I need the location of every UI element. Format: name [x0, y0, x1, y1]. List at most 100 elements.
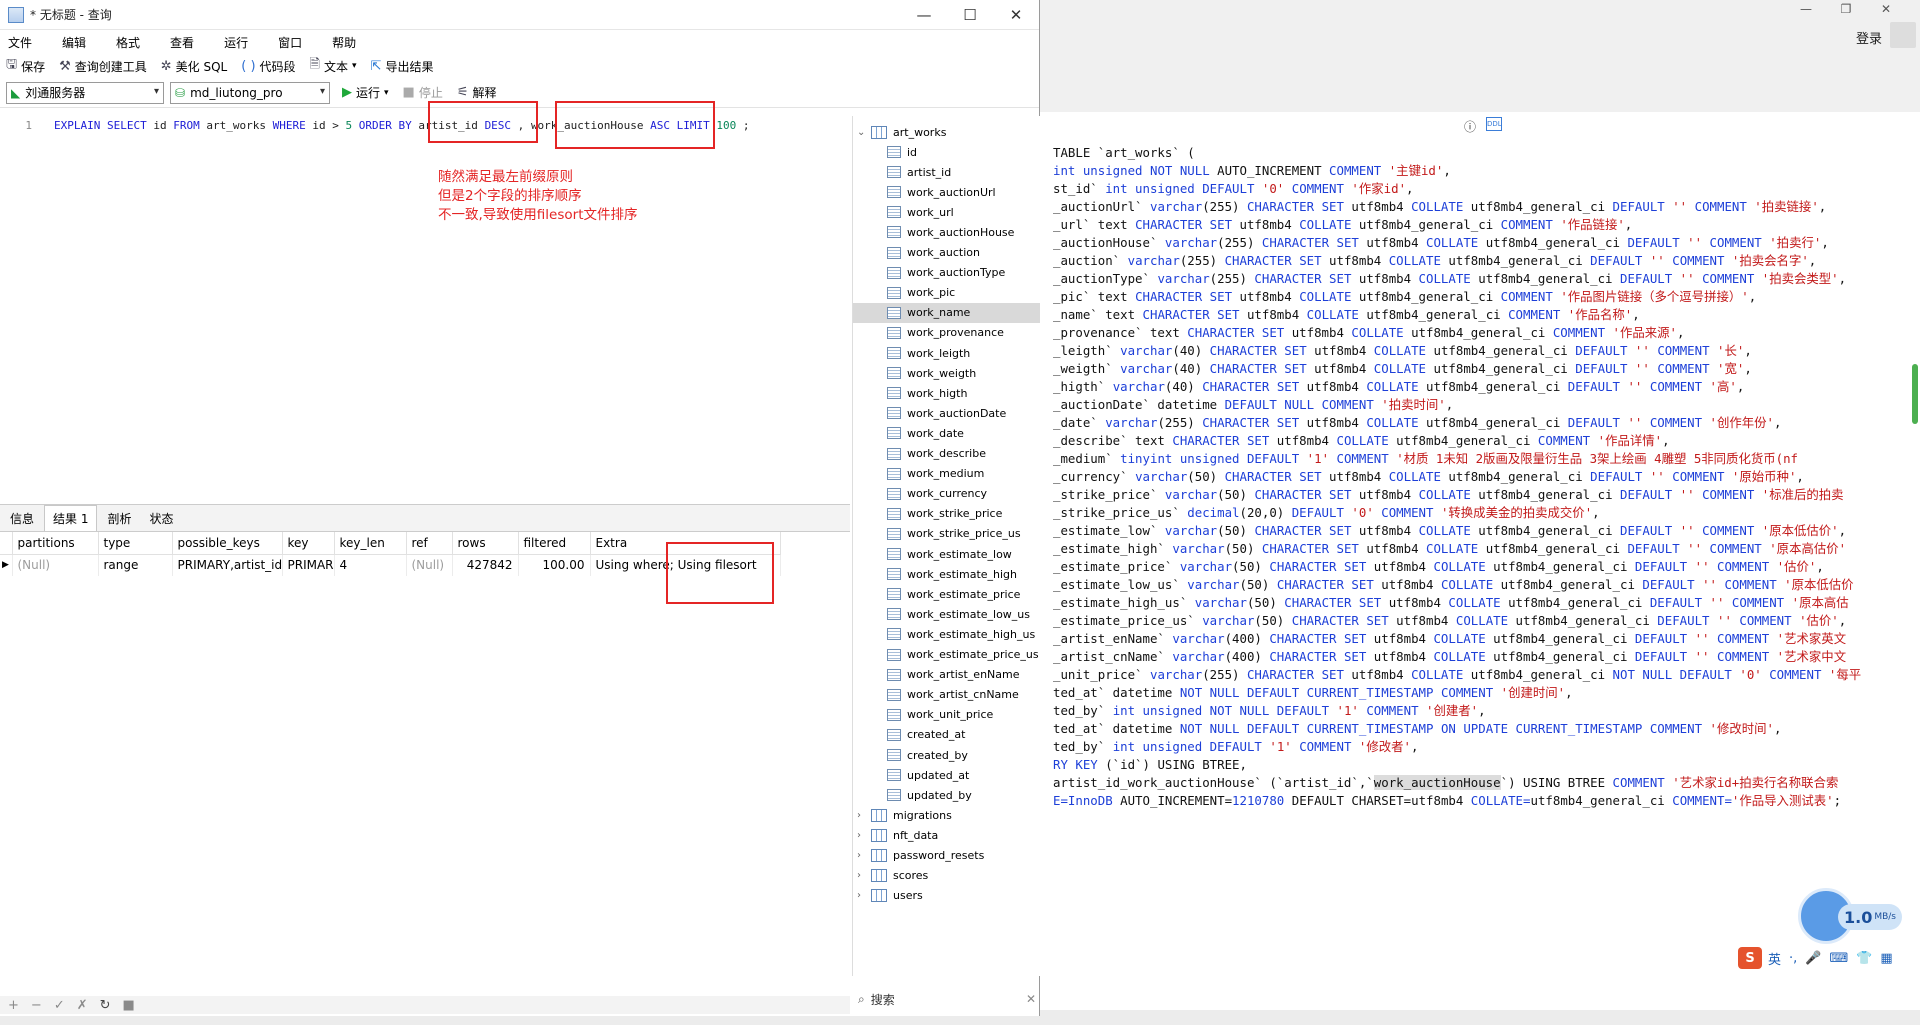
table-cell[interactable]: (Null): [12, 554, 99, 576]
tree-column-item[interactable]: work_auction: [887, 243, 980, 263]
tree-column-item[interactable]: work_auctionType: [887, 263, 1005, 283]
table-cell[interactable]: 427842: [452, 554, 519, 576]
run-button[interactable]: ▶ 运行 ▾: [342, 84, 389, 101]
apply-icon[interactable]: ✓: [54, 998, 65, 1013]
connection-select[interactable]: ◣ 刘通服务器 ▾: [6, 81, 164, 104]
tree-table-item[interactable]: › users: [857, 886, 923, 906]
tree-column-item[interactable]: work_url: [887, 202, 954, 222]
tree-search[interactable]: ⌕ 搜索 ✕: [858, 988, 1036, 1010]
column-header[interactable]: possible_keys: [172, 532, 283, 555]
menu-run[interactable]: 运行: [216, 34, 260, 51]
search-input[interactable]: 搜索: [871, 991, 895, 1008]
tree-column-item[interactable]: work_auctionHouse: [887, 222, 1014, 242]
result-grid[interactable]: partitions type possible_keys key key_le…: [0, 532, 850, 978]
tab-status[interactable]: 状态: [141, 506, 181, 531]
tree-column-item[interactable]: work_describe: [887, 444, 986, 464]
column-header[interactable]: filtered: [518, 532, 591, 555]
database-select[interactable]: ⛁ md_liutong_pro ▾: [170, 81, 330, 104]
tab-result-1[interactable]: 结果 1: [44, 505, 98, 531]
tree-table-item[interactable]: › nft_data: [857, 825, 938, 845]
tree-column-item[interactable]: work_date: [887, 423, 964, 443]
tree-column-item[interactable]: work_artist_cnName: [887, 685, 1019, 705]
tree-column-item[interactable]: work_unit_price: [887, 705, 993, 725]
tab-profile[interactable]: 剖析: [99, 506, 139, 531]
table-row[interactable]: ▶ (Null) range PRIMARY,artist_id_ PRIMAR…: [0, 554, 781, 576]
skin-icon[interactable]: 👕: [1856, 951, 1872, 966]
sql-editor[interactable]: 1 EXPLAIN SELECT id FROM art_works WHERE…: [0, 101, 850, 500]
network-speed-widget[interactable]: 1.0 MB/s: [1798, 888, 1902, 944]
tree-column-item[interactable]: work_leigth: [887, 343, 970, 363]
tree-column-item[interactable]: updated_at: [887, 765, 969, 785]
menu-help[interactable]: 帮助: [324, 34, 368, 51]
column-header[interactable]: rows: [452, 532, 519, 555]
maximize-button[interactable]: ☐: [947, 0, 993, 30]
tree-column-item[interactable]: work_pic: [887, 283, 955, 303]
table-cell[interactable]: PRIMARY,artist_id_: [172, 554, 283, 576]
tree-column-item[interactable]: work_strike_price: [887, 504, 1002, 524]
tree-table-art-works[interactable]: ⌄ art_works: [857, 122, 946, 142]
tree-column-item[interactable]: work_estimate_low_us: [887, 604, 1030, 624]
restore-button[interactable]: ❐: [1826, 2, 1866, 16]
minimize-button[interactable]: —: [901, 0, 947, 30]
export-results-button[interactable]: ⇱ 导出结果: [371, 58, 434, 75]
minimize-button[interactable]: —: [1786, 2, 1826, 16]
refresh-icon[interactable]: ↻: [100, 998, 111, 1013]
tree-column-item[interactable]: artist_id: [887, 162, 951, 182]
tree-column-item[interactable]: work_estimate_high: [887, 564, 1017, 584]
stop-button[interactable]: ■ 停止: [403, 84, 443, 101]
tree-table-item[interactable]: › password_resets: [857, 846, 984, 866]
stop-icon[interactable]: ■: [123, 998, 135, 1013]
table-cell[interactable]: range: [98, 554, 173, 576]
menu-window[interactable]: 窗口: [270, 34, 314, 51]
tree-column-item[interactable]: created_by: [887, 745, 968, 765]
info-icon[interactable]: ⓘ: [1464, 118, 1476, 135]
delete-record-icon[interactable]: −: [31, 998, 42, 1013]
login-link[interactable]: 登录: [1856, 28, 1882, 47]
close-button[interactable]: ✕: [993, 0, 1039, 30]
add-record-icon[interactable]: +: [8, 998, 19, 1013]
sogou-icon[interactable]: S: [1738, 947, 1762, 969]
menu-format[interactable]: 格式: [108, 34, 152, 51]
column-header[interactable]: key_len: [334, 532, 407, 555]
tree-column-item[interactable]: created_at: [887, 725, 965, 745]
table-cell[interactable]: 100.00: [518, 554, 591, 576]
tree-column-item[interactable]: updated_by: [887, 785, 972, 805]
tree-column-item[interactable]: work_weigth: [887, 363, 976, 383]
tree-column-item[interactable]: work_estimate_low: [887, 544, 1012, 564]
avatar[interactable]: [1890, 22, 1916, 48]
close-button[interactable]: ✕: [1866, 2, 1906, 16]
ime-toolbar[interactable]: S 英 ·, 🎤 ⌨ 👕 ▦: [1738, 946, 1901, 970]
column-header[interactable]: key: [282, 532, 335, 555]
table-cell[interactable]: PRIMAR: [282, 554, 335, 576]
tree-column-item[interactable]: work_estimate_high_us: [887, 624, 1035, 644]
column-header[interactable]: partitions: [12, 532, 99, 555]
tree-column-item[interactable]: work_auctionUrl: [887, 182, 996, 202]
ddl-scrollbar[interactable]: [1040, 1010, 1920, 1025]
tree-column-item[interactable]: work_medium: [887, 464, 984, 484]
tab-info[interactable]: 信息: [2, 506, 42, 531]
query-builder-button[interactable]: ⚒ 查询创建工具: [59, 58, 147, 75]
code-snippet-button[interactable]: ( ) 代码段: [241, 58, 295, 75]
beautify-sql-button[interactable]: ✲ 美化 SQL: [161, 58, 227, 75]
toolbox-icon[interactable]: ▦: [1880, 951, 1892, 966]
tree-table-item[interactable]: › scores: [857, 866, 928, 886]
scroll-indicator[interactable]: [1912, 364, 1918, 424]
clear-icon[interactable]: ✕: [1026, 992, 1036, 1006]
keyboard-icon[interactable]: ⌨: [1829, 951, 1848, 966]
table-cell[interactable]: 4: [334, 554, 407, 576]
tree-column-item[interactable]: work_artist_enName: [887, 665, 1020, 685]
tree-column-item[interactable]: work_estimate_price_us: [887, 645, 1039, 665]
menu-file[interactable]: 文件: [0, 34, 44, 51]
tree-column-item[interactable]: work_higth: [887, 383, 967, 403]
menu-edit[interactable]: 编辑: [54, 34, 98, 51]
tree-column-item[interactable]: work_estimate_price: [887, 584, 1020, 604]
tree-table-item[interactable]: › migrations: [857, 805, 952, 825]
explain-button[interactable]: ⚟ 解释: [457, 84, 497, 101]
table-cell[interactable]: (Null): [406, 554, 453, 576]
column-header[interactable]: ref: [406, 532, 453, 555]
ddl-icon[interactable]: DDL: [1486, 117, 1502, 131]
text-button[interactable]: 🗎 文本 ▾: [310, 55, 357, 77]
tree-column-item[interactable]: work_auctionDate: [887, 403, 1006, 423]
tree-column-item[interactable]: work_provenance: [887, 323, 1004, 343]
tree-column-item[interactable]: work_strike_price_us: [887, 524, 1021, 544]
